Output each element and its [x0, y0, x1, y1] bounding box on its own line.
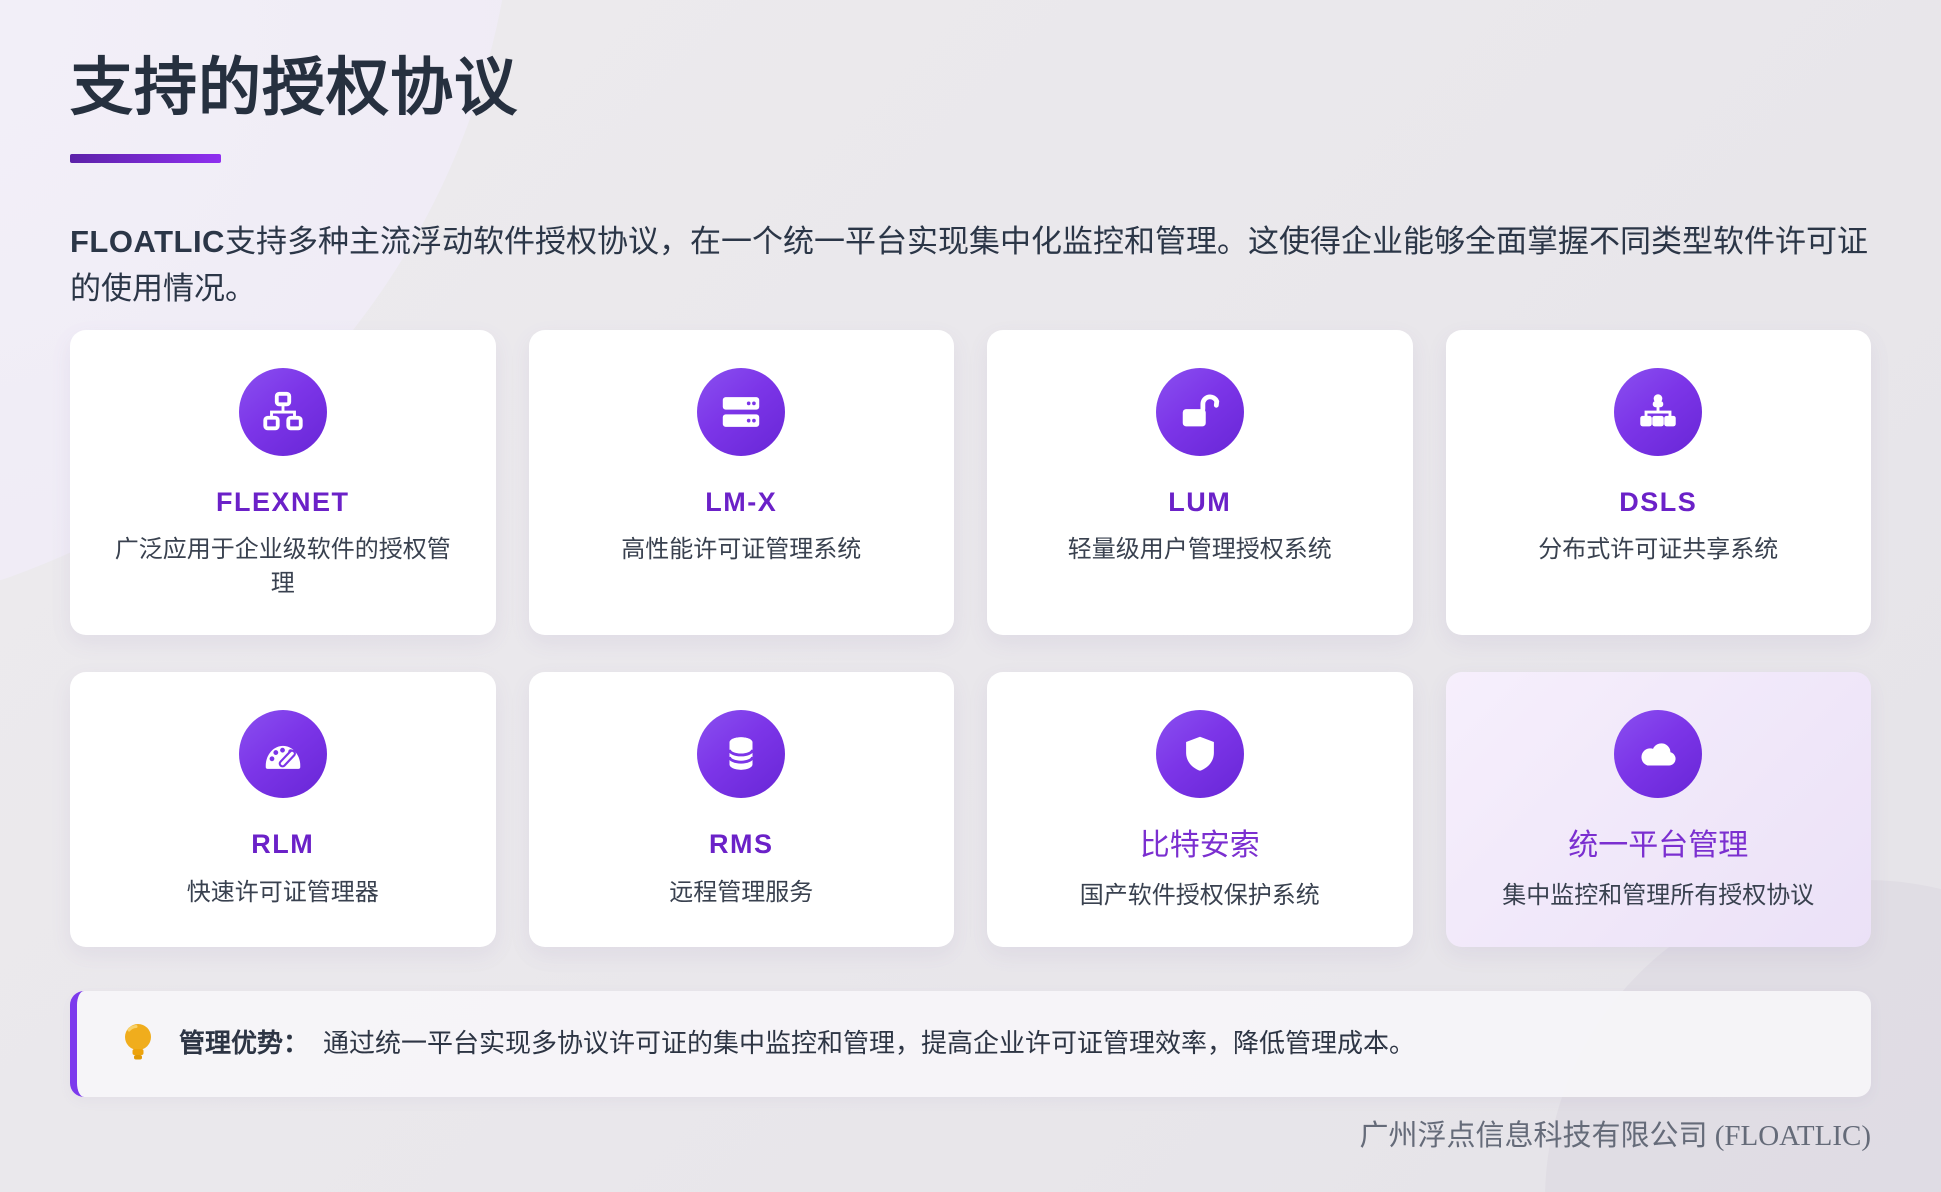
card-title: 比特安索 [1029, 828, 1371, 864]
protocol-cards-grid: FLEXNET 广泛应用于企业级软件的授权管理 LM-X 高性能许可证管理系统 [70, 330, 1871, 947]
card-unified-platform: 统一平台管理 集中监控和管理所有授权协议 [1446, 672, 1872, 947]
card-rlm: RLM 快速许可证管理器 [70, 672, 496, 947]
card-title: LM-X [571, 486, 913, 518]
card-lmx: LM-X 高性能许可证管理系统 [529, 330, 955, 635]
card-bitanso: 比特安索 国产软件授权保护系统 [987, 672, 1413, 947]
shield-icon [1177, 731, 1223, 777]
bitanso-icon-circle [1156, 710, 1244, 798]
intro-paragraph: FLOATLIC支持多种主流浮动软件授权协议，在一个统一平台实现集中化监控和管理… [70, 218, 1871, 312]
card-lum: LUM 轻量级用户管理授权系统 [987, 330, 1413, 635]
sitemap-icon [260, 389, 306, 435]
card-flexnet: FLEXNET 广泛应用于企业级软件的授权管理 [70, 330, 496, 635]
card-title: RMS [571, 828, 913, 860]
card-desc: 分布式许可证共享系统 [1488, 533, 1830, 567]
advantage-note-label: 管理优势： [179, 1029, 309, 1058]
advantage-note-text: 管理优势：通过统一平台实现多协议许可证的集中监控和管理，提高企业许可证管理效率，… [179, 1026, 1415, 1062]
card-desc: 高性能许可证管理系统 [571, 533, 913, 567]
lightbulb-icon [121, 1022, 155, 1066]
page-title: 支持的授权协议 [70, 50, 1871, 127]
rlm-icon-circle [239, 710, 327, 798]
lum-icon-circle [1156, 368, 1244, 456]
gauge-icon [260, 731, 306, 777]
card-title: LUM [1029, 486, 1371, 518]
hierarchy-icon [1635, 389, 1681, 435]
card-desc: 远程管理服务 [571, 876, 913, 910]
unified-platform-icon-circle [1614, 710, 1702, 798]
flexnet-icon-circle [239, 368, 327, 456]
slide-content: 支持的授权协议 FLOATLIC支持多种主流浮动软件授权协议，在一个统一平台实现… [0, 50, 1941, 1154]
card-title: 统一平台管理 [1488, 828, 1830, 864]
card-title: RLM [112, 828, 454, 860]
card-desc: 轻量级用户管理授权系统 [1029, 533, 1371, 567]
card-title: FLEXNET [112, 486, 454, 518]
dsls-icon-circle [1614, 368, 1702, 456]
rms-icon-circle [697, 710, 785, 798]
cloud-icon [1635, 731, 1681, 777]
card-desc: 集中监控和管理所有授权协议 [1488, 879, 1830, 913]
card-rms: RMS 远程管理服务 [529, 672, 955, 947]
card-dsls: DSLS 分布式许可证共享系统 [1446, 330, 1872, 635]
card-title: DSLS [1488, 486, 1830, 518]
server-icon [718, 389, 764, 435]
advantage-note: 管理优势：通过统一平台实现多协议许可证的集中监控和管理，提高企业许可证管理效率，… [70, 991, 1871, 1097]
card-desc: 国产软件授权保护系统 [1029, 879, 1371, 913]
lmx-icon-circle [697, 368, 785, 456]
intro-text: 支持多种主流浮动软件授权协议，在一个统一平台实现集中化监控和管理。这使得企业能够… [70, 224, 1868, 306]
brand-name: FLOATLIC [70, 224, 225, 259]
lock-open-icon [1177, 389, 1223, 435]
database-icon [718, 731, 764, 777]
slide: 支持的授权协议 FLOATLIC支持多种主流浮动软件授权协议，在一个统一平台实现… [0, 0, 1941, 1192]
card-desc: 快速许可证管理器 [112, 876, 454, 910]
company-footer: 广州浮点信息科技有限公司 (FLOATLIC) [70, 1112, 1871, 1154]
card-desc: 广泛应用于企业级软件的授权管理 [112, 533, 454, 601]
title-underline-bar [70, 154, 221, 163]
